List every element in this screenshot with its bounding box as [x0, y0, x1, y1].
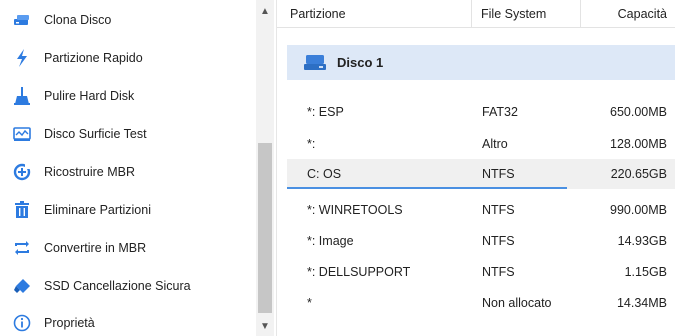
- cell-filesystem: NTFS: [482, 167, 515, 181]
- disk-group-row[interactable]: Disco 1: [287, 45, 675, 80]
- cell-capacity: 990.00MB: [610, 203, 667, 217]
- sidebar-item-quick-partition[interactable]: Partizione Rapido: [0, 39, 250, 77]
- column-divider[interactable]: [471, 0, 472, 28]
- cell-capacity: 220.65GB: [610, 167, 667, 181]
- info-icon: [13, 314, 31, 332]
- sidebar-item-clone-disk[interactable]: Clona Disco: [0, 1, 250, 39]
- sidebar-item-label: SSD Cancellazione Sicura: [44, 279, 191, 293]
- column-header-filesystem[interactable]: File System: [481, 7, 546, 21]
- sidebar-item-label: Ricostruire MBR: [44, 165, 135, 179]
- table-row[interactable]: * Non allocato 14.34MB: [287, 288, 675, 318]
- sidebar-item-surface-test[interactable]: Disco Surficie Test: [0, 115, 250, 153]
- convert-icon: [13, 239, 31, 257]
- cell-filesystem: Altro: [482, 137, 508, 151]
- cell-filesystem: NTFS: [482, 234, 515, 248]
- table-row[interactable]: *: Altro 128.00MB: [287, 129, 675, 159]
- selection-underline: [287, 187, 567, 189]
- scroll-up-arrow-icon[interactable]: ▲: [256, 0, 274, 22]
- cell-capacity: 1.15GB: [624, 265, 667, 279]
- cell-partition: *:: [307, 137, 316, 151]
- cell-partition: *: [307, 296, 312, 310]
- rebuild-mbr-icon: [13, 163, 31, 181]
- sidebar-item-rebuild-mbr[interactable]: Ricostruire MBR: [0, 153, 250, 191]
- surface-test-icon: [13, 125, 31, 143]
- cell-partition: *: WINRETOOLS: [307, 203, 403, 217]
- sidebar-item-ssd-secure-erase[interactable]: SSD Cancellazione Sicura: [0, 267, 250, 305]
- cell-capacity: 650.00MB: [610, 105, 667, 119]
- scroll-thumb[interactable]: [258, 143, 272, 313]
- table-row[interactable]: *: ESP FAT32 650.00MB: [287, 97, 675, 127]
- sidebar-item-label: Disco Surficie Test: [44, 127, 147, 141]
- table-row[interactable]: *: WINRETOOLS NTFS 990.00MB: [287, 195, 675, 225]
- cell-capacity: 14.93GB: [617, 234, 667, 248]
- scroll-down-arrow-icon[interactable]: ▼: [256, 316, 274, 336]
- column-header-capacity[interactable]: Capacità: [618, 7, 667, 21]
- partition-table: Partizione File System Capacità Disco 1 …: [277, 0, 675, 336]
- cell-filesystem: FAT32: [482, 105, 518, 119]
- clone-disk-icon: [13, 11, 31, 29]
- cell-partition: *: Image: [307, 234, 354, 248]
- table-header: Partizione File System Capacità: [277, 0, 675, 28]
- disk-icon: [304, 55, 326, 70]
- cell-partition: *: ESP: [307, 105, 344, 119]
- sidebar-item-wipe-disk[interactable]: Pulire Hard Disk: [0, 77, 250, 115]
- sidebar-item-label: Proprietà: [44, 316, 95, 330]
- cell-capacity: 14.34MB: [616, 296, 667, 310]
- column-divider[interactable]: [580, 0, 581, 28]
- cell-capacity: 128.00MB: [610, 137, 667, 151]
- wipe-disk-icon: [13, 87, 31, 105]
- sidebar-item-label: Clona Disco: [44, 13, 112, 27]
- sidebar-item-label: Partizione Rapido: [44, 51, 143, 65]
- cell-filesystem: NTFS: [482, 203, 515, 217]
- sidebar-scrollbar[interactable]: ▲ ▼: [256, 0, 274, 336]
- column-header-partition[interactable]: Partizione: [290, 7, 346, 21]
- sidebar-item-convert-mbr[interactable]: Convertire in MBR: [0, 229, 250, 267]
- sidebar-item-label: Convertire in MBR: [44, 241, 147, 255]
- cell-filesystem: NTFS: [482, 265, 515, 279]
- sidebar-item-properties[interactable]: Proprietà: [0, 304, 250, 336]
- ssd-erase-icon: [13, 277, 31, 295]
- sidebar-item-label: Pulire Hard Disk: [44, 89, 135, 103]
- table-row[interactable]: *: Image NTFS 14.93GB: [287, 226, 675, 256]
- sidebar-item-delete-partitions[interactable]: Eliminare Partizioni: [0, 191, 250, 229]
- operations-sidebar: Clona Disco Partizione Rapido Pulire Har…: [0, 0, 250, 336]
- cell-partition: C: OS: [307, 167, 342, 181]
- table-row-selected[interactable]: C: OS NTFS 220.65GB: [287, 159, 675, 189]
- table-row[interactable]: *: DELLSUPPORT NTFS 1.15GB: [287, 257, 675, 287]
- lightning-icon: [13, 49, 31, 67]
- sidebar-item-label: Eliminare Partizioni: [44, 203, 151, 217]
- cell-filesystem: Non allocato: [482, 296, 552, 310]
- trash-icon: [13, 201, 31, 219]
- disk-label: Disco 1: [337, 55, 384, 70]
- cell-partition: *: DELLSUPPORT: [307, 265, 411, 279]
